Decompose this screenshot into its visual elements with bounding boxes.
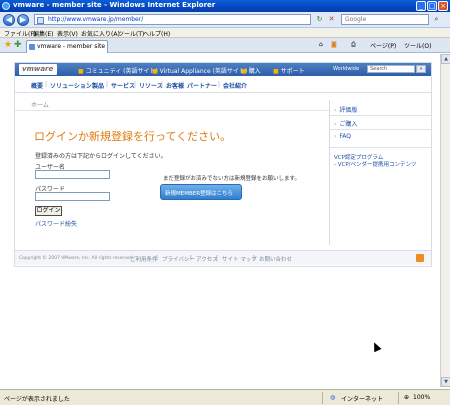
topnav-community[interactable]: ■ コミュニティ (英語サイト) xyxy=(78,66,158,75)
scroll-up-button[interactable]: ▲ xyxy=(441,54,450,64)
close-button[interactable]: × xyxy=(438,1,448,11)
menu-file[interactable]: ファイル(F) xyxy=(4,29,36,38)
nav-company[interactable]: 会社紹介 xyxy=(223,81,247,90)
right-sidebar: › 評価版 › ご購入 › FAQ VCP認定プログラム - VCP/ベンダー提携用コ… xyxy=(329,100,431,245)
address-url: http://www.vmware.jp/member/ xyxy=(48,16,144,23)
feeds-icon[interactable]: ◙ xyxy=(331,41,337,48)
divider xyxy=(330,147,431,148)
vmware-logo[interactable]: vmware xyxy=(19,64,57,75)
topnav-support[interactable]: ■ サポート xyxy=(273,66,305,75)
sidebar-item-purchase[interactable]: › ご購入 xyxy=(334,119,357,128)
copyright: Copyright © 2007 VMware, Inc. All rights… xyxy=(19,256,135,261)
footer-contact[interactable]: お問い合わせ xyxy=(259,255,292,263)
footer-sitemap[interactable]: サイト マップ xyxy=(222,255,257,263)
refresh-icon[interactable]: ↻ xyxy=(315,15,324,24)
menu-view[interactable]: 表示(V) xyxy=(57,29,78,38)
sidebar-item-evaluation[interactable]: › 評価版 xyxy=(334,105,357,114)
forward-button[interactable]: ▶ xyxy=(17,14,29,26)
back-button[interactable]: ◀ xyxy=(3,14,15,26)
main-nav: 概要 | ソリューション | 製品 | サービス | リソース | お客様 | … xyxy=(15,76,431,93)
menu-favorites[interactable]: お気に入り(A) xyxy=(81,29,120,38)
tab-label: vmware - member site xyxy=(37,43,106,50)
ie-icon xyxy=(2,2,10,10)
username-field[interactable] xyxy=(35,170,110,179)
topnav-buy[interactable]: ■ 購入 xyxy=(241,66,261,75)
worldwide-selector[interactable]: Worldwide xyxy=(333,66,359,72)
status-bar: ページが表示されました ◍ インターネット ⊕ 100% xyxy=(0,389,450,405)
nav-partners[interactable]: パートナー xyxy=(187,81,217,90)
site-footer: Copyright © 2007 VMware, Inc. All rights… xyxy=(15,250,431,265)
search-input[interactable]: Google xyxy=(341,14,429,25)
home-icon[interactable]: ⌂ xyxy=(319,41,323,48)
add-favorites-icon[interactable]: ✚ xyxy=(14,40,22,50)
nav-products[interactable]: 製品 xyxy=(92,81,104,90)
search-placeholder: Google xyxy=(345,16,367,23)
tab-vmware[interactable]: vmware - member site xyxy=(26,40,108,53)
footer-terms[interactable]: ご利用条件 xyxy=(130,255,158,263)
address-row: ◀ ▶ http://www.vmware.jp/member/ ↻ ✕ Goo… xyxy=(0,12,450,28)
search-icon[interactable]: ⌕ xyxy=(432,15,441,24)
login-intro: 登録済みの方は下記からログインしてください。 xyxy=(35,153,167,160)
site-search-button[interactable]: » xyxy=(416,65,426,73)
page-icon xyxy=(37,17,44,24)
stop-icon[interactable]: ✕ xyxy=(327,15,336,24)
maximize-button[interactable]: □ xyxy=(427,1,437,11)
logo-text: vmware xyxy=(22,65,54,73)
password-field[interactable] xyxy=(35,192,110,201)
vmware-favicon-icon xyxy=(29,44,35,50)
register-button[interactable]: 新規MEMBER登録はこちら xyxy=(160,184,242,200)
window-title: vmware - member site - Windows Internet … xyxy=(13,1,216,9)
site-search-input[interactable]: Search xyxy=(367,65,415,73)
footer-access[interactable]: アクセス xyxy=(196,255,218,263)
tools-menu[interactable]: ツール(O) xyxy=(404,41,431,50)
divider xyxy=(330,115,431,116)
browser-window: vmware - member site - Windows Internet … xyxy=(0,0,450,405)
menu-edit[interactable]: 編集(E) xyxy=(33,29,53,38)
register-text: まだ登録がお済みでない方は新規登録をお願いします。 xyxy=(163,176,300,182)
nav-services[interactable]: サービス xyxy=(111,81,135,90)
status-text: ページが表示されました xyxy=(4,396,70,403)
zoom-icon: ⊕ xyxy=(404,394,410,401)
breadcrumb-home[interactable]: ホーム xyxy=(31,100,49,109)
site-search-placeholder: Search xyxy=(370,66,388,72)
nav-overview[interactable]: 概要 xyxy=(31,81,43,90)
scroll-down-button[interactable]: ▼ xyxy=(441,377,450,387)
topnav-virtual-appliance[interactable]: ■ Virtual Appliance (英語サイト) xyxy=(152,66,247,75)
print-icon[interactable]: ⎙ xyxy=(351,41,356,49)
login-button[interactable]: ログイン xyxy=(35,206,62,216)
tab-row: ★ ✚ vmware - member site ⌂ ◙ ⎙ ページ(P) ツー… xyxy=(0,38,450,53)
zoom-level[interactable]: 100% xyxy=(413,394,430,401)
sidebar-item-faq[interactable]: › FAQ xyxy=(334,133,351,140)
divider xyxy=(330,129,431,130)
breadcrumb: ホーム xyxy=(15,100,329,109)
nav-solutions[interactable]: ソリューション xyxy=(50,81,92,90)
vertical-scrollbar[interactable]: ▲ ▼ xyxy=(440,54,450,387)
sidebar-vcp-content[interactable]: - VCP/ベンダー提携用コンテンツ xyxy=(334,160,417,168)
forgot-password-link[interactable]: パスワード紛失 xyxy=(35,219,77,228)
title-bar: vmware - member site - Windows Internet … xyxy=(0,0,450,12)
divider xyxy=(15,110,329,111)
menu-bar: ファイル(F) 編集(E) 表示(V) お気に入り(A) ツール(T) ヘルプ(… xyxy=(0,28,450,38)
rss-icon[interactable] xyxy=(416,254,424,262)
menu-help[interactable]: ヘルプ(H) xyxy=(143,29,170,38)
page-heading: ログインか新規登録を行ってください。 xyxy=(34,130,232,143)
favorites-star-icon[interactable]: ★ xyxy=(4,40,12,50)
menu-tools[interactable]: ツール(T) xyxy=(118,29,144,38)
minimize-button[interactable]: _ xyxy=(416,1,426,11)
nav-resources[interactable]: リソース xyxy=(139,81,163,90)
page-menu[interactable]: ページ(P) xyxy=(370,41,396,50)
globe-icon: ◍ xyxy=(330,394,336,401)
address-input[interactable]: http://www.vmware.jp/member/ xyxy=(34,14,311,25)
register-button-label: 新規MEMBER登録はこちら xyxy=(165,191,234,197)
zone-text: インターネット xyxy=(341,396,384,403)
